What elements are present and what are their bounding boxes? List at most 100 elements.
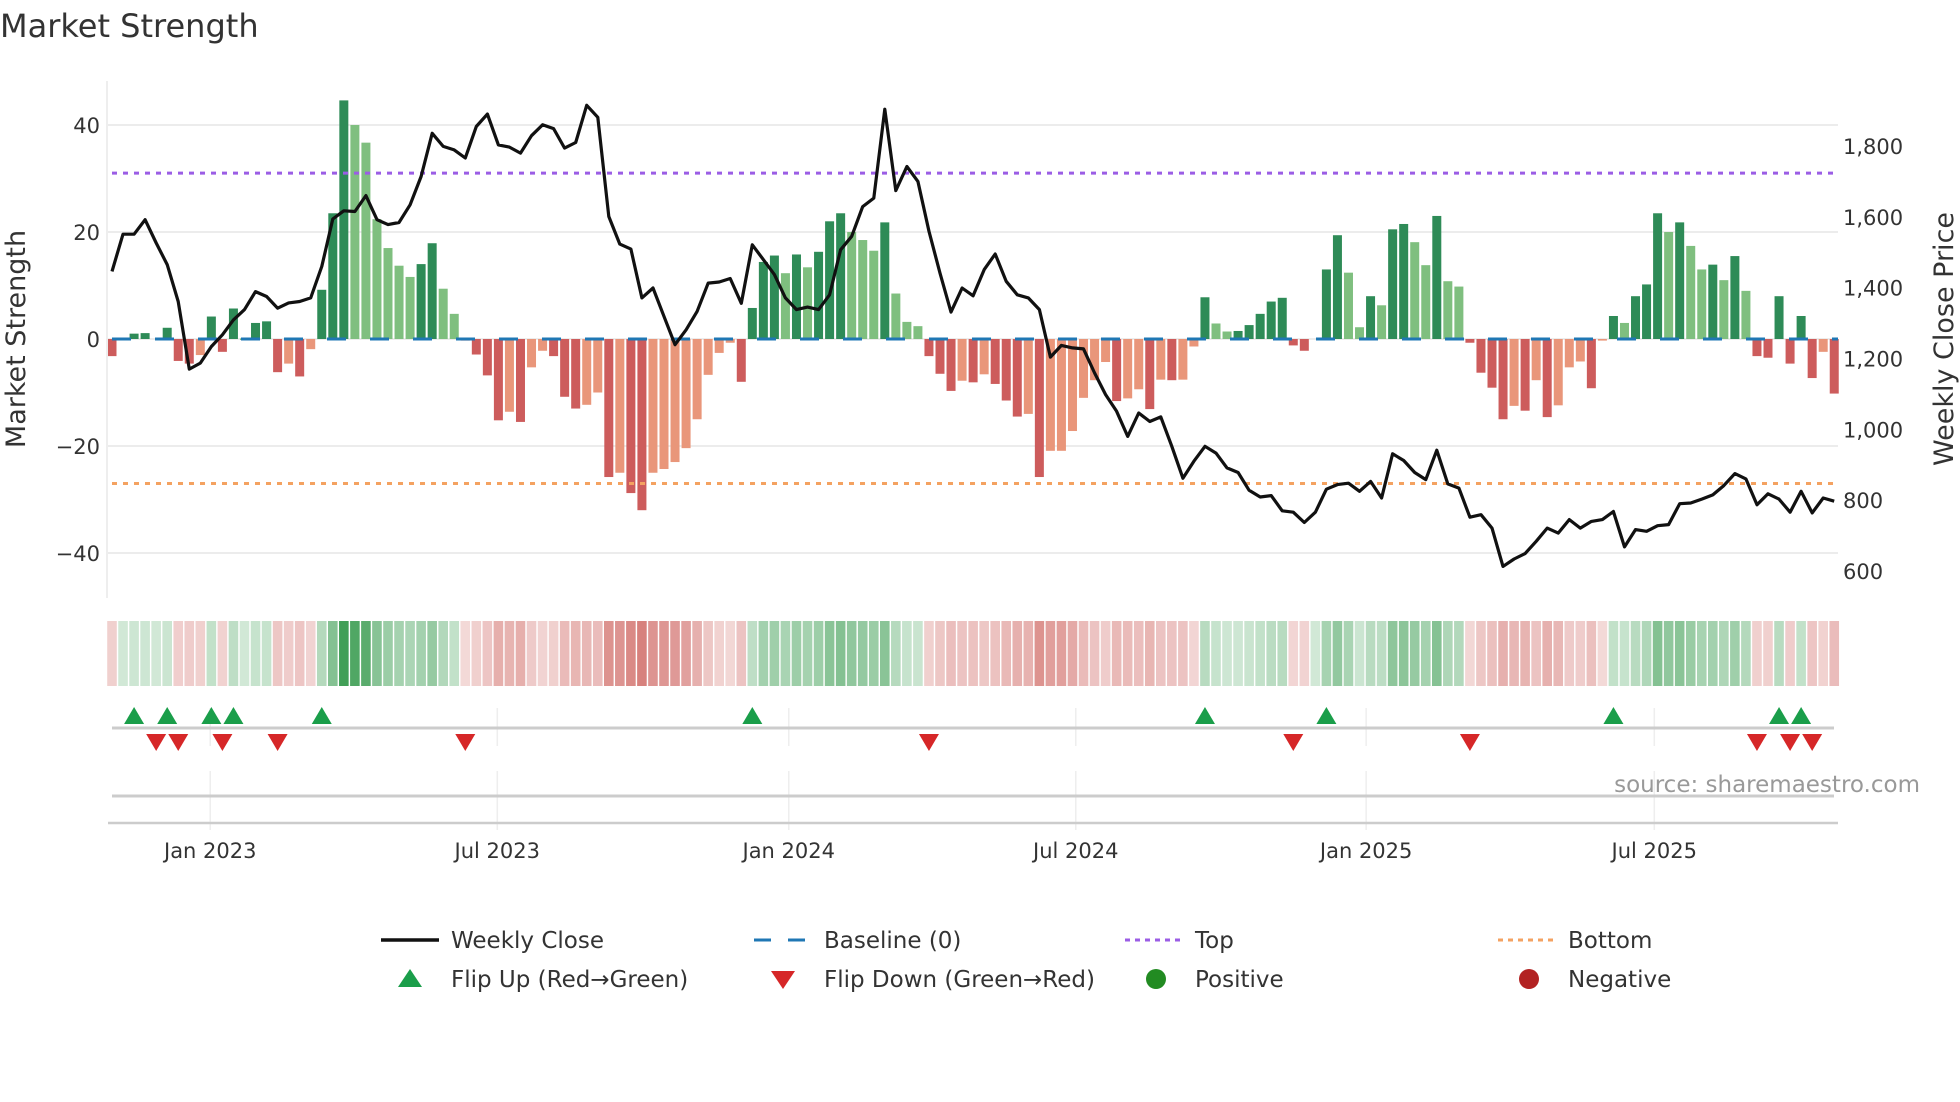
strength-bar: [162, 327, 172, 339]
heat-cell: [946, 621, 956, 686]
flip-up-marker: [311, 707, 332, 724]
strength-bar: [604, 339, 614, 478]
strength-bar: [1377, 305, 1387, 339]
heat-cell: [1454, 621, 1464, 686]
heat-cell: [990, 621, 1000, 686]
heat-cell: [394, 621, 404, 686]
strength-bar: [714, 339, 724, 353]
strength-bar: [549, 339, 559, 357]
y-tick-label: 0: [87, 328, 100, 352]
heat-cell: [736, 621, 747, 686]
strength-bar: [317, 289, 327, 339]
strength-bar: [1465, 339, 1475, 343]
strength-bar: [1112, 339, 1122, 402]
heat-cell: [714, 621, 724, 686]
strength-bar: [836, 213, 846, 339]
heat-cell: [1476, 621, 1486, 686]
heat-cell: [372, 621, 382, 686]
strength-bar: [262, 321, 272, 339]
heat-cell: [1818, 621, 1828, 686]
strength-bar: [703, 339, 713, 375]
strength-bar: [1167, 339, 1177, 381]
heat-cell: [1222, 621, 1232, 686]
strength-bar: [1752, 339, 1762, 357]
heat-cell: [902, 621, 912, 686]
strength-bar: [681, 339, 691, 449]
heat-cell: [515, 621, 526, 686]
y2-tick-label: 1,600: [1843, 206, 1903, 230]
strength-bar: [814, 251, 824, 339]
heat-cell: [1409, 621, 1420, 686]
strength-bar: [1476, 339, 1486, 373]
x-tick-label: Jan 2025: [1318, 839, 1413, 863]
heat-cell: [1100, 621, 1111, 686]
heat-cell: [581, 621, 592, 686]
strength-bar: [1542, 339, 1552, 418]
heat-cell: [626, 621, 636, 686]
heat-cell: [791, 621, 802, 686]
strength-bar: [394, 265, 404, 339]
strength-bar: [670, 339, 680, 463]
heat-cell: [692, 621, 702, 686]
heat-cell: [1531, 621, 1541, 686]
heat-cell: [460, 621, 471, 686]
heat-cell: [1674, 621, 1685, 686]
heat-cell: [957, 621, 967, 686]
heat-cell: [328, 621, 338, 686]
y2-tick-label: 800: [1843, 489, 1883, 513]
flip-down-marker: [455, 734, 476, 751]
reference-lines: [112, 171, 1838, 485]
heat-cell: [1630, 621, 1641, 686]
strength-bar: [1343, 272, 1353, 339]
flip-up-marker: [1769, 707, 1790, 724]
heat-cell: [1067, 621, 1078, 686]
strength-bar: [979, 339, 989, 375]
heat-cell: [1343, 621, 1354, 686]
heat-cell: [548, 621, 559, 686]
strength-bar: [659, 339, 669, 470]
strength-bar: [847, 232, 857, 339]
strength-bar: [1200, 297, 1210, 339]
strength-bar: [427, 243, 437, 339]
heat-cell: [350, 621, 360, 686]
strength-bar: [504, 339, 514, 412]
legend-positive-dot-icon: [1146, 969, 1166, 989]
strength-bar: [1675, 222, 1685, 339]
heat-cell: [1200, 621, 1210, 686]
flip-down-marker: [212, 734, 233, 751]
heat-cell: [1575, 621, 1586, 686]
strength-bar: [560, 339, 570, 397]
x-tick-label: Jul 2023: [453, 839, 540, 863]
heat-cell: [913, 621, 923, 686]
heat-cell: [857, 621, 868, 686]
strength-bar: [869, 250, 879, 339]
strength-bar: [626, 339, 636, 494]
heat-cell: [283, 621, 294, 686]
strength-bar: [1619, 322, 1629, 339]
heat-cell: [107, 621, 117, 686]
heat-cell: [1432, 621, 1442, 686]
strength-bar: [913, 326, 923, 339]
heat-cell: [316, 621, 327, 686]
heat-cell: [339, 621, 349, 686]
heat-cell: [1785, 621, 1795, 686]
y2-tick-label: 600: [1843, 560, 1883, 584]
strength-bar: [747, 307, 757, 339]
heat-cell: [1122, 621, 1133, 686]
strength-bar: [295, 339, 305, 377]
flip-down-marker: [1780, 734, 1801, 751]
strength-bar: [1730, 256, 1740, 339]
heat-cell: [1266, 621, 1276, 686]
heat-cell: [1133, 621, 1144, 686]
strength-bar: [527, 339, 537, 368]
heat-cell: [1001, 621, 1012, 686]
heat-cell: [140, 621, 150, 686]
legend-triangle-up-icon: [398, 969, 422, 987]
strength-bar: [173, 339, 183, 361]
legend-weekly-close: Weekly Close: [451, 928, 604, 954]
heat-cell: [1034, 621, 1045, 686]
strength-bar: [449, 313, 459, 339]
strength-bar: [1785, 339, 1795, 364]
strength-bar: [438, 288, 448, 339]
strength-bar: [1432, 215, 1442, 339]
